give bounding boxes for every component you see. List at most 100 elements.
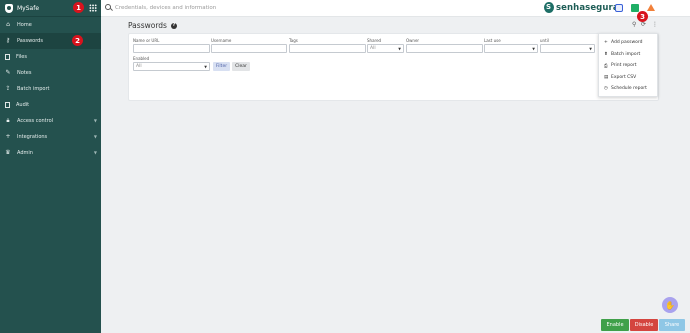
tags-label: Tags [289, 38, 298, 43]
filter-panel: Name or URL Username Tags Shared All Own… [128, 33, 659, 101]
logo: senhasegura [544, 2, 619, 13]
name-label: Name or URL [133, 38, 160, 43]
sidebar-item-label: Integrations [17, 134, 48, 140]
help-icon[interactable]: ? [170, 22, 177, 29]
page-title: Passwords ? [128, 21, 177, 30]
chevron-down-icon: ▼ [93, 118, 97, 123]
upload-icon: ⬆ [604, 51, 608, 57]
menu-item-label: Export CSV [611, 74, 637, 80]
enabled-field: Enabled All [133, 56, 210, 71]
lock-icon: 🔒︎ [6, 117, 10, 124]
menu-item-export-csv[interactable]: ▤ Export CSV [599, 72, 657, 84]
sidebar-item-label: Access control [17, 118, 54, 124]
logo-text: senhasegura [556, 2, 619, 13]
last-use-select[interactable] [484, 44, 538, 53]
tags-field: Tags [289, 38, 366, 53]
menu-item-add-password[interactable]: + Add password [599, 37, 657, 49]
clear-button[interactable]: Clear [232, 62, 250, 71]
sidebar-item-home[interactable]: ⌂ Home [0, 17, 101, 33]
menu-item-label: Batch import [611, 51, 641, 57]
csv-icon: ▤ [604, 74, 609, 80]
sidebar-item-notes[interactable]: ✎ Notes [0, 65, 101, 81]
logo-icon [544, 2, 554, 13]
menu-item-batch-import[interactable]: ⬆ Batch import [599, 49, 657, 61]
status-icon[interactable] [631, 4, 639, 12]
sidebar-item-passwords[interactable]: ⚷ Passwords [0, 33, 101, 49]
sidebar-item-label: Admin [17, 150, 33, 156]
app-name: MySafe [17, 4, 40, 12]
enabled-select[interactable]: All [133, 62, 210, 71]
username-input[interactable] [211, 44, 287, 53]
enable-button[interactable]: Enable [601, 319, 629, 331]
owner-field: Owner [406, 38, 483, 53]
chevron-down-icon: ▼ [93, 150, 97, 155]
sidebar-item-files[interactable]: Files [0, 49, 101, 65]
topbar: senhasegura [101, 0, 690, 17]
disable-button[interactable]: Disable [630, 319, 658, 331]
menu-item-label: Print report [611, 63, 637, 69]
menu-item-print-report[interactable]: ⎙ Print report [599, 60, 657, 72]
shared-field: Shared All [367, 38, 404, 53]
username-field: Username [211, 38, 287, 53]
sidebar-item-label: Batch import [17, 86, 50, 92]
chevron-down-icon: ▼ [93, 134, 97, 139]
page-title-text: Passwords [128, 21, 167, 30]
until-field: until [540, 38, 595, 53]
search-icon[interactable] [105, 4, 111, 10]
step-badge-3: 3 [637, 11, 648, 22]
sidebar-item-label: Files [16, 54, 27, 60]
audit-icon [5, 102, 10, 108]
until-label: until [540, 38, 549, 43]
shared-label: Shared [367, 38, 382, 43]
menu-item-label: Schedule report [611, 86, 647, 92]
owner-input[interactable] [406, 44, 483, 53]
step-badge-2: 2 [72, 35, 83, 46]
filter-button[interactable]: Filter [213, 62, 230, 71]
sidebar-item-label: Audit [16, 102, 30, 108]
note-icon: ✎ [5, 69, 11, 76]
tags-input[interactable] [289, 44, 366, 53]
sidebar-item-label: Home [17, 22, 32, 28]
sidebar: MySafe ⌂ Home ⚷ Passwords Files ✎ Notes … [0, 0, 101, 333]
plus-icon: + [5, 133, 11, 140]
sidebar-item-integrations[interactable]: + Integrations ▼ [0, 129, 101, 145]
name-field: Name or URL [133, 38, 210, 53]
username-label: Username [211, 38, 232, 43]
options-menu: + Add password ⬆ Batch import ⎙ Print re… [598, 33, 658, 97]
sidebar-item-label: Passwords [17, 38, 43, 44]
warning-icon[interactable] [647, 4, 655, 11]
search-icon[interactable]: ⚲ [632, 21, 636, 28]
share-button[interactable]: Share [659, 319, 685, 331]
last-use-label: Last use [484, 38, 501, 43]
sidebar-item-audit[interactable]: Audit [0, 97, 101, 113]
menu-item-label: Add password [611, 40, 643, 46]
import-icon: ⇪ [5, 85, 11, 92]
until-select[interactable] [540, 44, 595, 53]
home-icon[interactable] [615, 4, 623, 12]
shield-icon [5, 3, 13, 13]
shared-select[interactable]: All [367, 44, 404, 53]
file-icon [5, 54, 10, 60]
owner-label: Owner [406, 38, 420, 43]
assistant-icon[interactable]: ✋ [662, 297, 678, 313]
sidebar-item-access-control[interactable]: 🔒︎ Access control ▼ [0, 113, 101, 129]
sidebar-item-batch-import[interactable]: ⇪ Batch import [0, 81, 101, 97]
apps-grid-icon[interactable] [89, 4, 97, 12]
home-icon: ⌂ [6, 21, 10, 28]
last-use-field: Last use [484, 38, 538, 53]
print-icon: ⎙ [604, 63, 608, 69]
plus-icon: + [604, 40, 608, 46]
step-badge-1: 1 [73, 2, 84, 13]
admin-icon: ♛ [5, 149, 11, 156]
menu-item-schedule-report[interactable]: ◷ Schedule report [599, 83, 657, 95]
clock-icon: ◷ [604, 86, 608, 92]
key-icon: ⚷ [5, 37, 11, 44]
enabled-label: Enabled [133, 56, 150, 61]
more-options-icon[interactable]: ⋮ [652, 21, 658, 28]
name-input[interactable] [133, 44, 210, 53]
sidebar-item-admin[interactable]: ♛ Admin ▼ [0, 145, 101, 161]
sidebar-item-label: Notes [17, 70, 32, 76]
brand[interactable]: MySafe [0, 0, 101, 17]
search-input[interactable] [115, 3, 315, 13]
refresh-icon[interactable]: ⟳ [641, 21, 646, 28]
